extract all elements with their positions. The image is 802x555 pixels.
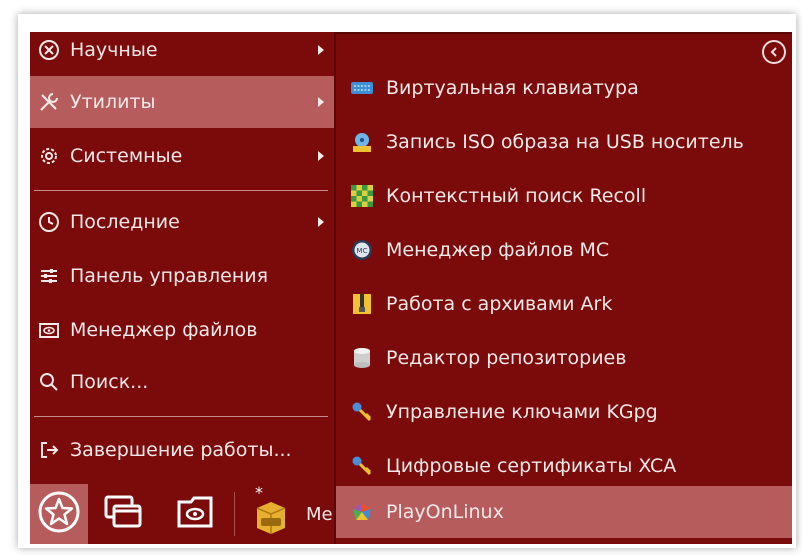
menu-item-control-panel[interactable]: Панель управления	[30, 250, 334, 302]
menu-item-label: Панель управления	[70, 265, 269, 287]
submenu-item-label: PlayOnLinux	[386, 501, 504, 523]
menu-divider	[34, 190, 328, 191]
logout-icon	[36, 437, 62, 463]
submenu-item-iso-usb[interactable]: Запись ISO образа на USB носитель	[336, 116, 792, 168]
key-icon	[350, 400, 374, 424]
menu-item-file-manager[interactable]: Менеджер файлов	[30, 304, 334, 356]
svg-text:MC: MC	[357, 247, 368, 255]
tools-icon	[36, 89, 62, 115]
submenu-item-label: Управление ключами KGpg	[386, 401, 658, 423]
folder-eye-icon	[175, 494, 215, 534]
menu-divider	[34, 416, 328, 417]
menu-item-label: Системные	[70, 145, 183, 167]
search-icon	[36, 369, 62, 395]
windows-icon	[103, 494, 143, 534]
chevron-right-icon	[318, 217, 324, 227]
submenu-item-virtual-keyboard[interactable]: Виртуальная клавиатура	[336, 62, 792, 114]
taskbar-window-label[interactable]: Ме	[306, 504, 334, 525]
menu-item-label: Утилиты	[70, 91, 156, 113]
usb-writer-icon	[350, 130, 374, 154]
submenu-item-label: Контекстный поиск Recoll	[386, 185, 647, 207]
clock-icon	[36, 209, 62, 235]
gear-icon	[36, 143, 62, 169]
svg-text:*: *	[255, 486, 263, 502]
menu-item-label: Завершение работы...	[70, 439, 292, 461]
submenu-item-label: Работа с архивами Ark	[386, 293, 613, 315]
menu-item-science[interactable]: Научные	[30, 32, 334, 76]
menu-item-recent[interactable]: Последние	[30, 196, 334, 248]
submenu-item-label: Виртуальная клавиатура	[386, 77, 639, 99]
submenu-item-mc[interactable]: MC Менеджер файлов MC	[336, 224, 792, 276]
keyboard-icon	[350, 76, 374, 100]
deb-package-icon: *	[247, 483, 295, 542]
menu-item-label: Научные	[70, 39, 158, 61]
file-manager-button[interactable]	[166, 484, 224, 544]
submenu-item-ark[interactable]: Работа с архивами Ark	[336, 278, 792, 330]
submenu-item-label: Редактор репозиториев	[386, 347, 627, 369]
start-button[interactable]	[30, 484, 88, 544]
database-icon	[350, 346, 374, 370]
show-desktop-button[interactable]	[94, 484, 152, 544]
taskbar-divider	[234, 492, 235, 536]
certificate-key-icon	[350, 454, 374, 478]
taskbar: * Ме	[30, 483, 334, 544]
mc-icon: MC	[350, 238, 374, 262]
chevron-right-icon	[318, 45, 324, 55]
submenu-item-repo-editor[interactable]: Редактор репозиториев	[336, 332, 792, 384]
file-manager-icon	[36, 317, 62, 343]
menu-item-shutdown[interactable]: Завершение работы...	[30, 424, 334, 476]
submenu-item-label: Запись ISO образа на USB носитель	[386, 131, 744, 153]
menu-item-label: Последние	[70, 211, 180, 233]
submenu-item-playonlinux[interactable]: PlayOnLinux	[336, 486, 792, 538]
menu-item-search[interactable]: Поиск...	[30, 356, 334, 408]
submenu-item-label: Цифровые сертификаты XCA	[386, 455, 677, 477]
start-menu: Научные Утилиты Системные Последние Пане…	[30, 32, 792, 544]
chevron-right-icon	[318, 97, 324, 107]
recoll-icon	[350, 184, 374, 208]
submenu-item-kgpg[interactable]: Управление ключами KGpg	[336, 386, 792, 438]
submenu-item-label: Менеджер файлов MC	[386, 239, 610, 261]
menu-item-utilities[interactable]: Утилиты	[30, 76, 334, 128]
back-icon[interactable]	[762, 40, 786, 64]
menu-item-label: Менеджер файлов	[70, 319, 258, 341]
submenu-item-recoll[interactable]: Контекстный поиск Recoll	[336, 170, 792, 222]
archive-icon	[350, 292, 374, 316]
sliders-icon	[36, 263, 62, 289]
playonlinux-icon	[350, 500, 374, 524]
chevron-right-icon	[318, 151, 324, 161]
start-star-icon	[37, 490, 81, 538]
menu-categories: Научные Утилиты Системные Последние Пане…	[30, 32, 334, 484]
atom-icon	[36, 37, 62, 63]
deb-installer-button[interactable]: *	[242, 483, 300, 544]
menu-item-label: Поиск...	[70, 371, 149, 393]
utilities-submenu: Виртуальная клавиатура Запись ISO образа…	[334, 32, 792, 544]
menu-item-system[interactable]: Системные	[30, 130, 334, 182]
submenu-item-xca[interactable]: Цифровые сертификаты XCA	[336, 440, 792, 492]
